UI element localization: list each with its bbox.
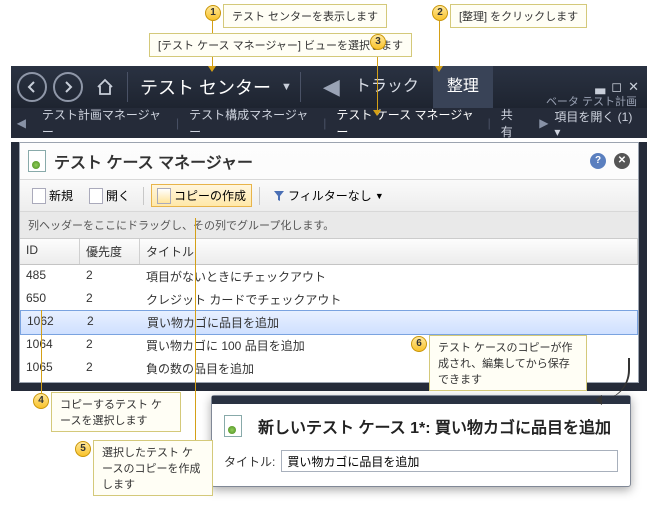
table-row[interactable]: 10622買い物カゴに品目を追加: [20, 310, 638, 335]
cell-id: 1064: [20, 334, 80, 357]
open-icon: [89, 188, 103, 204]
callout-line: [377, 50, 378, 110]
table-row[interactable]: 4852項目がないときにチェックアウト: [20, 265, 638, 288]
col-priority[interactable]: 優先度: [80, 239, 140, 264]
document-icon: [224, 415, 242, 437]
title-input[interactable]: [281, 450, 618, 472]
chevron-right-icon[interactable]: ▶: [534, 116, 555, 130]
arrow-icon: [435, 66, 443, 72]
nav-dropdown-icon[interactable]: ▼: [281, 81, 292, 93]
popup-titlebar: [212, 396, 630, 404]
callout-num-4: 4: [33, 393, 49, 409]
tab-track[interactable]: トラック: [341, 66, 433, 108]
cell-id: 1065: [20, 357, 80, 380]
arrow-icon: [208, 66, 216, 72]
separator: [259, 187, 260, 205]
cell-id: 650: [20, 288, 80, 311]
callout-num-1: 1: [205, 5, 221, 21]
new-test-case-popup: 新しいテスト ケース 1*: 買い物カゴに品目を追加 タイトル:: [211, 395, 631, 487]
subnav-case-manager[interactable]: テスト ケース マネージャー: [326, 106, 487, 140]
copy-icon: [157, 188, 171, 204]
callout-num-3: 3: [370, 34, 386, 50]
cell-title: クレジット カードでチェックアウト: [140, 288, 638, 311]
callout-num-2: 2: [432, 5, 448, 21]
curve-line: [600, 358, 630, 400]
panel-header: テスト ケース マネージャー ? ✕: [20, 143, 638, 180]
new-icon: [32, 188, 46, 204]
separator: [300, 72, 301, 102]
panel-close-button[interactable]: ✕: [614, 153, 630, 169]
arrow-icon: [373, 110, 381, 116]
document-icon: [28, 150, 46, 172]
callout-line: [439, 21, 440, 66]
help-button[interactable]: ?: [590, 153, 606, 169]
nav-title: テスト センター: [140, 74, 271, 100]
new-button[interactable]: 新規: [26, 184, 79, 207]
arrow-icon: [595, 395, 602, 405]
callout-num-6: 6: [411, 336, 427, 352]
home-button[interactable]: [91, 73, 119, 101]
cell-id: 1062: [21, 311, 81, 334]
cell-priority: 2: [81, 311, 141, 334]
callout-1: テスト センターを表示します: [223, 4, 387, 28]
callout-num-5: 5: [75, 441, 91, 457]
callout-2: [整理] をクリックします: [450, 4, 587, 28]
col-title[interactable]: タイトル: [140, 239, 638, 264]
tab-organize[interactable]: 整理: [433, 66, 493, 108]
callout-6: テスト ケースのコピーが作成され、編集してから保存できます: [429, 335, 587, 391]
cell-priority: 2: [80, 334, 140, 357]
subnav-config-manager[interactable]: テスト構成マネージャー: [179, 106, 323, 140]
filter-icon: [273, 190, 285, 202]
col-id[interactable]: ID: [20, 239, 80, 264]
nav-subtitle: ベータ テスト計画: [546, 93, 637, 109]
back-button[interactable]: [17, 72, 47, 102]
popup-title: 新しいテスト ケース 1*: 買い物カゴに品目を追加: [258, 414, 611, 438]
cell-priority: 2: [80, 288, 140, 311]
open-items[interactable]: 項目を開く (1) ▾: [554, 108, 647, 139]
cell-priority: 2: [80, 265, 140, 288]
toolbar: 新規 開く コピーの作成 フィルターなし ▼: [20, 180, 638, 212]
cell-title: 項目がないときにチェックアウト: [140, 265, 638, 288]
create-copy-button[interactable]: コピーの作成: [151, 184, 252, 207]
chevron-left-icon[interactable]: ◀: [11, 116, 32, 130]
cell-id: 485: [20, 265, 80, 288]
table-row[interactable]: 6502クレジット カードでチェックアウト: [20, 288, 638, 311]
callout-4: コピーするテスト ケースを選択します: [51, 392, 181, 432]
chevron-left-icon[interactable]: ◀: [323, 74, 341, 100]
panel-title: テスト ケース マネージャー: [54, 149, 253, 173]
open-button[interactable]: 開く: [83, 184, 136, 207]
grid-header: ID 優先度 タイトル: [20, 239, 638, 265]
cell-priority: 2: [80, 357, 140, 380]
forward-button[interactable]: [53, 72, 83, 102]
separator: [143, 187, 144, 205]
callout-5: 選択したテスト ケースのコピーを作成します: [93, 440, 213, 496]
separator: [127, 72, 128, 102]
cell-id: 1066: [20, 380, 80, 382]
cell-priority: 2: [80, 380, 140, 382]
callout-line: [41, 310, 42, 393]
popup-label: タイトル:: [224, 453, 275, 470]
callout-line: [195, 218, 196, 441]
subnav-shared[interactable]: 共有: [491, 106, 534, 140]
cell-title: 買い物カゴに品目を追加: [141, 311, 637, 334]
sub-navbar: ◀ テスト計画マネージャー | テスト構成マネージャー | テスト ケース マネ…: [11, 108, 647, 138]
filter-button[interactable]: フィルターなし ▼: [267, 184, 390, 207]
subnav-plan-manager[interactable]: テスト計画マネージャー: [32, 106, 176, 140]
group-header: 列ヘッダーをここにドラッグし、その列でグループ化します。: [20, 212, 638, 239]
